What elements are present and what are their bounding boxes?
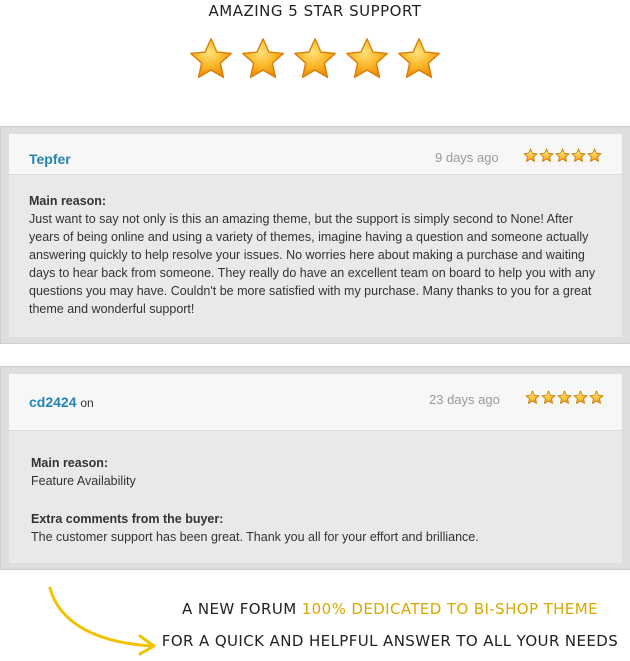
star-icon [557, 390, 572, 404]
comments-text: The customer support has been great. Tha… [31, 530, 479, 544]
footer-line-1-text: A NEW FORUM [182, 600, 297, 618]
star-icon [523, 148, 538, 162]
star-icon [294, 38, 336, 79]
reviewer-name[interactable]: Tepfer [29, 151, 71, 167]
footer-line-1: A NEW FORUM 100% DEDICATED TO BI-SHOP TH… [150, 600, 630, 618]
reviewer-name[interactable]: cd2424 on [29, 394, 94, 410]
review-card-inner: Tepfer 9 days ago Main reason: Just want… [9, 134, 622, 337]
reviewer-name-text: cd2424 [29, 394, 77, 410]
star-icon [242, 38, 284, 79]
review-card: cd2424 on 23 days ago Main reason: Featu… [0, 366, 630, 570]
footer-highlight: 100% DEDICATED TO BI-SHOP THEME [301, 600, 598, 618]
star-icon [587, 148, 602, 162]
reason-label: Main reason: [31, 456, 109, 470]
star-icon [571, 148, 586, 162]
review-time: 23 days ago [429, 392, 500, 407]
review-body: Main reason: Feature Availability Extra … [31, 454, 601, 546]
star-icon [541, 390, 556, 404]
review-body: Main reason: Just want to say not only i… [29, 192, 599, 318]
curved-arrow-icon [48, 586, 156, 656]
review-header: cd2424 on 23 days ago [9, 374, 622, 431]
star-icon [555, 148, 570, 162]
big-star-rating [188, 36, 442, 84]
review-card: Tepfer 9 days ago Main reason: Just want… [0, 126, 630, 344]
review-header: Tepfer 9 days ago [9, 134, 622, 175]
star-icon [398, 38, 440, 79]
headline: AMAZING 5 STAR SUPPORT [208, 2, 422, 20]
review-card-inner: cd2424 on 23 days ago Main reason: Featu… [9, 374, 622, 563]
star-icon [525, 390, 540, 404]
reason-value: Feature Availability [31, 474, 136, 488]
reason-label: Main reason: [29, 194, 107, 208]
star-icon [190, 38, 232, 79]
review-text: Just want to say not only is this an ama… [29, 212, 596, 316]
reviewer-suffix: on [80, 396, 94, 410]
star-icon [589, 390, 604, 404]
review-time: 9 days ago [435, 150, 499, 165]
star-icon [539, 148, 554, 162]
star-icon [573, 390, 588, 404]
footer-line-2: FOR A QUICK AND HELPFUL ANSWER TO ALL YO… [161, 632, 619, 650]
star-icon [346, 38, 388, 79]
comments-label: Extra comments from the buyer: [31, 512, 224, 526]
review-star-rating [525, 390, 604, 405]
review-star-rating [523, 148, 602, 163]
